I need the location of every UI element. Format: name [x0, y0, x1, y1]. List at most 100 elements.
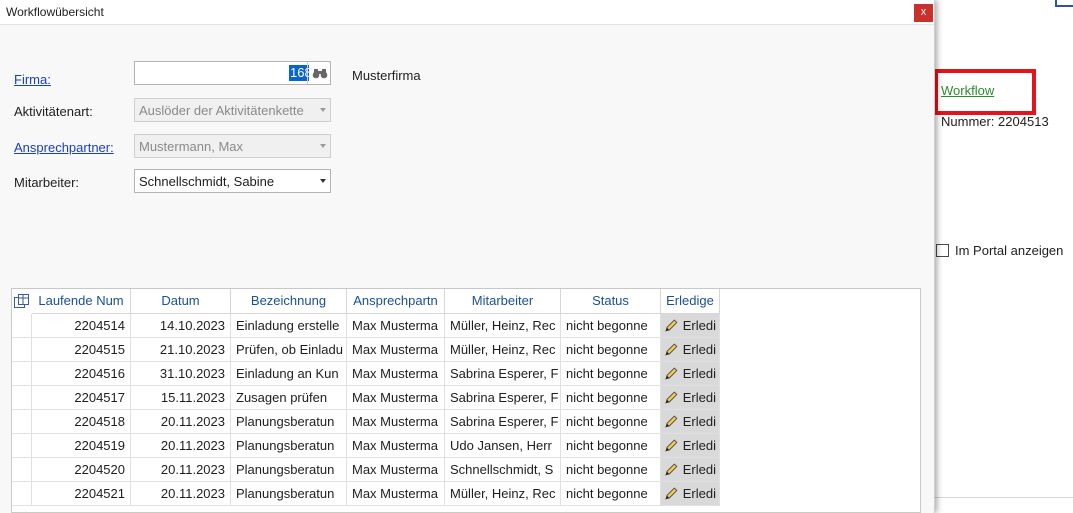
ansprechpartner-select[interactable]: Mustermann, Max — [134, 134, 331, 158]
cell-ansprechpartner[interactable]: Max Musterma — [347, 482, 445, 506]
cell-mitarbeiter[interactable]: Sabrina Esperer, F — [445, 410, 561, 434]
cell-status[interactable]: nicht begonne — [561, 458, 661, 482]
aktivitaetenart-label: Aktivitätenart: — [14, 104, 93, 119]
erledigen-label: Erledi — [682, 366, 716, 381]
pencil-icon — [665, 367, 678, 380]
cell-bezeichnung[interactable]: Planungsberatun — [231, 434, 347, 458]
cell-erledigen[interactable]: Erledi — [661, 338, 720, 362]
table-row[interactable]: 2204521 20.11.2023 Planungsberatun Max Must… — [12, 482, 720, 506]
cell-status[interactable]: nicht begonne — [561, 482, 661, 506]
table-row[interactable]: 2204514 14.10.2023 Einladung erstelle Max M… — [12, 314, 720, 338]
cell-datum[interactable]: 20.11.2023 — [131, 434, 231, 458]
cell-laufende-num[interactable]: 2204520 — [32, 458, 131, 482]
row-indicator — [12, 362, 32, 386]
col-header-erledigen[interactable]: Erledige — [661, 289, 720, 314]
cell-bezeichnung[interactable]: Planungsberatun — [231, 410, 347, 434]
cell-mitarbeiter[interactable]: Müller, Heinz, Rec — [445, 338, 561, 362]
cell-erledigen[interactable]: Erledi — [661, 410, 720, 434]
binoculars-search-icon[interactable] — [307, 62, 332, 84]
cell-ansprechpartner[interactable]: Max Musterma — [347, 410, 445, 434]
table-row[interactable]: 2204520 20.11.2023 Planungsberatun Max Must… — [12, 458, 720, 482]
col-header-mitarbeiter[interactable]: Mitarbeiter — [445, 289, 561, 314]
cell-laufende-num[interactable]: 2204519 — [32, 434, 131, 458]
close-button[interactable]: x — [914, 4, 933, 22]
cell-erledigen[interactable]: Erledi — [661, 458, 720, 482]
cell-ansprechpartner[interactable]: Max Musterma — [347, 386, 445, 410]
row-indicator — [12, 338, 32, 362]
cell-datum[interactable]: 14.10.2023 — [131, 314, 231, 338]
cell-bezeichnung[interactable]: Zusagen prüfen — [231, 386, 347, 410]
cell-mitarbeiter[interactable]: Müller, Heinz, Rec — [445, 314, 561, 338]
mitarbeiter-select[interactable]: Schnellschmidt, Sabine — [134, 169, 331, 193]
pencil-icon — [665, 415, 678, 428]
cell-erledigen[interactable]: Erledi — [661, 482, 720, 506]
table-row[interactable]: 2204517 15.11.2023 Zusagen prüfen Max Muste… — [12, 386, 720, 410]
cell-laufende-num[interactable]: 2204514 — [32, 314, 131, 338]
cell-status[interactable]: nicht begonne — [561, 410, 661, 434]
cell-datum[interactable]: 21.10.2023 — [131, 338, 231, 362]
cell-erledigen[interactable]: Erledi — [661, 314, 720, 338]
cell-ansprechpartner[interactable]: Max Musterma — [347, 314, 445, 338]
cell-erledigen[interactable]: Erledi — [661, 386, 720, 410]
workflow-table: Laufende Num Datum Bezeichnung Ansprechp… — [11, 288, 921, 513]
cell-datum[interactable]: 15.11.2023 — [131, 386, 231, 410]
cell-bezeichnung[interactable]: Prüfen, ob Einladu — [231, 338, 347, 362]
cell-mitarbeiter[interactable]: Müller, Heinz, Rec — [445, 482, 561, 506]
cell-laufende-num[interactable]: 2204521 — [32, 482, 131, 506]
cell-status[interactable]: nicht begonne — [561, 434, 661, 458]
table-row[interactable]: 2204515 21.10.2023 Prüfen, ob Einladu Max M… — [12, 338, 720, 362]
cell-erledigen[interactable]: Erledi — [661, 362, 720, 386]
cell-status[interactable]: nicht begonne — [561, 386, 661, 410]
mitarbeiter-label: Mitarbeiter: — [14, 175, 80, 190]
col-header-status[interactable]: Status — [561, 289, 661, 314]
cell-mitarbeiter[interactable]: Sabrina Esperer, F — [445, 386, 561, 410]
cell-bezeichnung[interactable]: Einladung erstelle — [231, 314, 347, 338]
row-indicator — [12, 458, 32, 482]
column-chooser-icon[interactable] — [14, 294, 29, 308]
table-row[interactable]: 2204518 20.11.2023 Planungsberatun Max Must… — [12, 410, 720, 434]
erledigen-label: Erledi — [682, 486, 716, 501]
cell-status[interactable]: nicht begonne — [561, 362, 661, 386]
col-header-ansprechpartner[interactable]: Ansprechpartn — [347, 289, 445, 314]
cell-status[interactable]: nicht begonne — [561, 314, 661, 338]
col-header-bezeichnung[interactable]: Bezeichnung — [231, 289, 347, 314]
cell-datum[interactable]: 31.10.2023 — [131, 362, 231, 386]
dialog-titlebar: Workflowübersicht x — [0, 0, 934, 25]
erledigen-label: Erledi — [682, 390, 716, 405]
cell-status[interactable]: nicht begonne — [561, 338, 661, 362]
erledigen-label: Erledi — [682, 438, 716, 453]
erledigen-label: Erledi — [682, 462, 716, 477]
row-indicator — [12, 410, 32, 434]
workflow-link[interactable]: Workflow — [941, 83, 994, 98]
aktivitaetenart-select[interactable]: Auslöder der Aktivitätenkette — [134, 98, 331, 122]
chevron-down-icon — [320, 144, 326, 148]
cell-ansprechpartner[interactable]: Max Musterma — [347, 338, 445, 362]
firma-label-link[interactable]: Firma: — [14, 72, 51, 87]
cell-mitarbeiter[interactable]: Sabrina Esperer, F — [445, 362, 561, 386]
col-header-laufende-num[interactable]: Laufende Num — [32, 289, 131, 314]
cell-mitarbeiter[interactable]: Schnellschmidt, S — [445, 458, 561, 482]
cell-bezeichnung[interactable]: Planungsberatun — [231, 482, 347, 506]
table-row[interactable]: 2204516 31.10.2023 Einladung an Kun Max Mus… — [12, 362, 720, 386]
cell-ansprechpartner[interactable]: Max Musterma — [347, 362, 445, 386]
cell-laufende-num[interactable]: 2204516 — [32, 362, 131, 386]
firma-input[interactable]: 168 — [134, 61, 331, 85]
cell-laufende-num[interactable]: 2204515 — [32, 338, 131, 362]
cell-ansprechpartner[interactable]: Max Musterma — [347, 458, 445, 482]
pencil-icon — [665, 391, 678, 404]
cell-bezeichnung[interactable]: Einladung an Kun — [231, 362, 347, 386]
portal-checkbox[interactable] — [936, 244, 949, 257]
cell-datum[interactable]: 20.11.2023 — [131, 482, 231, 506]
cell-mitarbeiter[interactable]: Udo Jansen, Herr — [445, 434, 561, 458]
cell-ansprechpartner[interactable]: Max Musterma — [347, 434, 445, 458]
cell-erledigen[interactable]: Erledi — [661, 434, 720, 458]
cell-datum[interactable]: 20.11.2023 — [131, 458, 231, 482]
cell-datum[interactable]: 20.11.2023 — [131, 410, 231, 434]
cell-laufende-num[interactable]: 2204518 — [32, 410, 131, 434]
table-row[interactable]: 2204519 20.11.2023 Planungsberatun Max Must… — [12, 434, 720, 458]
ansprechpartner-label-link[interactable]: Ansprechpartner: — [14, 140, 114, 155]
cell-bezeichnung[interactable]: Planungsberatun — [231, 458, 347, 482]
portal-checkbox-label: Im Portal anzeigen — [955, 243, 1064, 258]
cell-laufende-num[interactable]: 2204517 — [32, 386, 131, 410]
col-header-datum[interactable]: Datum — [131, 289, 231, 314]
